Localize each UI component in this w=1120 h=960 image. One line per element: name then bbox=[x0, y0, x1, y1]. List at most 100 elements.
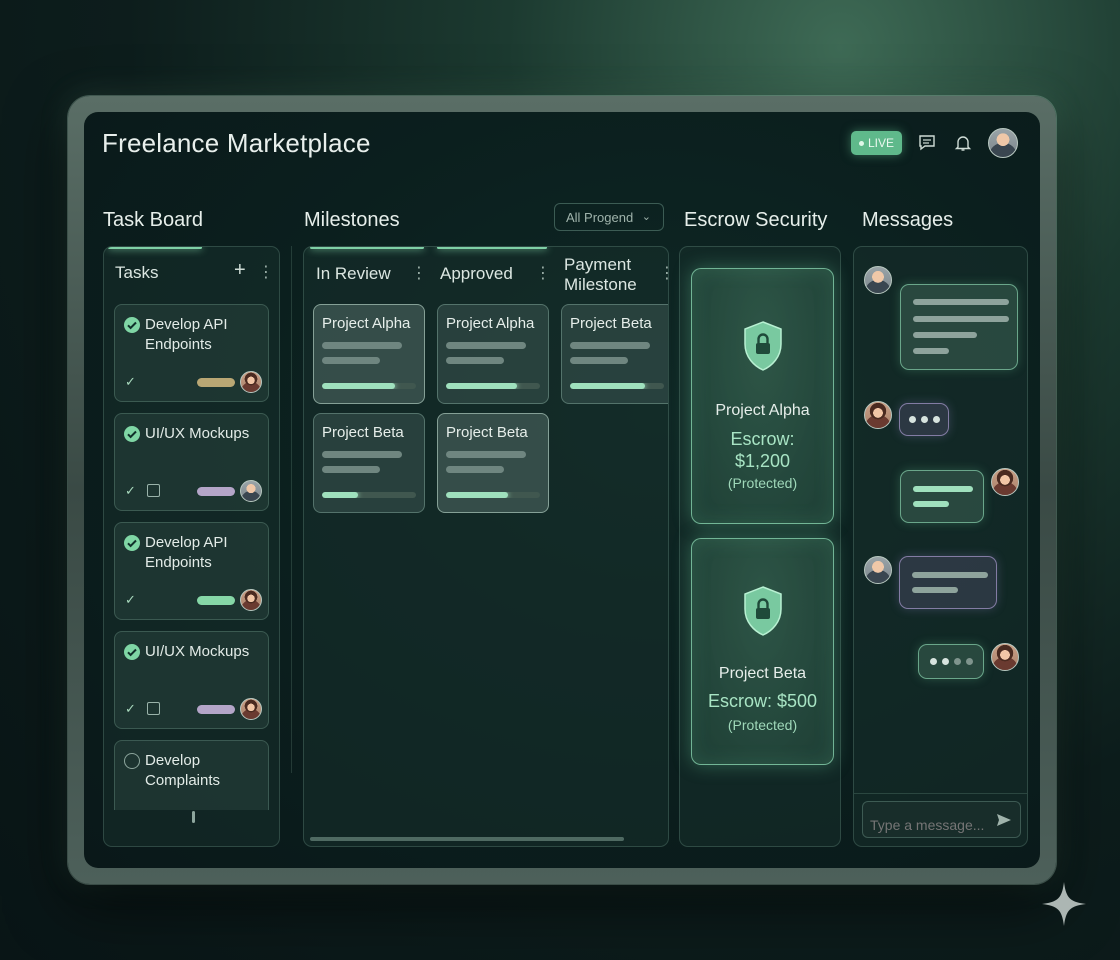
more-icon[interactable]: ⋮ bbox=[535, 263, 551, 283]
task-status-pill bbox=[197, 596, 235, 605]
live-label: LIVE bbox=[867, 136, 894, 150]
text-placeholder bbox=[322, 466, 380, 473]
text-placeholder bbox=[913, 501, 949, 507]
progress-fill bbox=[446, 492, 509, 498]
assignee-avatar bbox=[240, 371, 262, 393]
task-card[interactable]: UI/UX Mockups ✓ bbox=[114, 413, 269, 511]
sender-avatar bbox=[991, 468, 1019, 496]
filter-dropdown[interactable]: All Progend ⌄ bbox=[554, 203, 664, 231]
progress-bar bbox=[446, 492, 540, 498]
task-status-pill bbox=[197, 487, 235, 496]
task-title: Develop API Endpoints bbox=[145, 316, 228, 353]
document-icon bbox=[147, 702, 160, 715]
text-placeholder bbox=[912, 587, 958, 593]
progress-bar bbox=[570, 383, 664, 389]
sender-avatar bbox=[991, 643, 1019, 671]
milestone-card[interactable]: Project Beta bbox=[561, 304, 668, 404]
text-placeholder bbox=[446, 342, 526, 349]
tasks-scrollbar[interactable] bbox=[192, 811, 195, 823]
column-accent bbox=[310, 247, 424, 249]
check-circle-icon[interactable] bbox=[124, 535, 140, 551]
more-icon[interactable]: ⋮ bbox=[411, 263, 427, 283]
message-bubble[interactable] bbox=[900, 470, 984, 523]
text-placeholder bbox=[446, 466, 504, 473]
check-circle-icon[interactable] bbox=[124, 426, 140, 442]
assignee-avatar bbox=[240, 698, 262, 720]
chevron-down-icon: ⌄ bbox=[641, 211, 651, 223]
add-task-icon[interactable]: + bbox=[234, 259, 246, 282]
escrow-amount: $1,200 bbox=[734, 451, 791, 471]
escrow-card[interactable]: Project Beta Escrow: $500 (Protected) bbox=[691, 538, 834, 765]
task-card[interactable]: Develop Complaints bbox=[114, 740, 269, 810]
milestone-card[interactable]: Project Beta bbox=[313, 413, 425, 513]
progress-fill bbox=[446, 383, 518, 389]
text-placeholder bbox=[913, 486, 973, 492]
milestone-card[interactable]: Project Alpha bbox=[313, 304, 425, 404]
bell-icon[interactable] bbox=[952, 132, 974, 154]
progress-bar bbox=[322, 492, 416, 498]
column-accent bbox=[437, 247, 547, 249]
task-board-title: Task Board bbox=[103, 209, 204, 231]
progress-bar bbox=[322, 383, 416, 389]
column-title-payment-milestone: Payment Milestone bbox=[564, 255, 637, 294]
milestone-card-title: Project Alpha bbox=[322, 315, 411, 332]
escrow-panel: Project Alpha Escrow: $1,200 (Protected)… bbox=[679, 246, 841, 847]
tasks-accent bbox=[108, 247, 202, 249]
milestone-card-title: Project Beta bbox=[570, 315, 652, 332]
progress-bar bbox=[446, 383, 540, 389]
app-title: Freelance Marketplace bbox=[102, 128, 371, 158]
sender-avatar bbox=[864, 556, 892, 584]
escrow-amount: Escrow: $500 bbox=[707, 691, 818, 711]
text-placeholder bbox=[446, 357, 504, 364]
messages-divider bbox=[854, 793, 1027, 794]
text-placeholder bbox=[913, 332, 977, 338]
shield-lock-icon bbox=[744, 321, 782, 371]
horizontal-scrollbar[interactable] bbox=[310, 837, 624, 841]
milestone-card-title: Project Alpha bbox=[446, 315, 535, 332]
sparkle-icon bbox=[1042, 882, 1086, 926]
milestone-card-title: Project Beta bbox=[322, 424, 404, 441]
check-circle-icon[interactable] bbox=[124, 644, 140, 660]
progress-fill bbox=[322, 492, 358, 498]
progress-fill bbox=[570, 383, 646, 389]
milestones-panel: In Review ⋮ Approved ⋮ Payment Milestone… bbox=[303, 246, 669, 847]
filter-value: All Progend bbox=[566, 210, 634, 225]
text-placeholder bbox=[446, 451, 526, 458]
assignee-avatar bbox=[240, 589, 262, 611]
assignee-avatar bbox=[240, 480, 262, 502]
typing-dots-icon bbox=[900, 404, 948, 435]
message-icon[interactable] bbox=[916, 132, 938, 154]
escrow-project: Project Beta bbox=[718, 665, 807, 682]
sender-avatar bbox=[864, 401, 892, 429]
task-card[interactable]: Develop API Endpoints ✓ bbox=[114, 522, 269, 620]
user-avatar[interactable] bbox=[988, 128, 1018, 158]
milestone-card-title: Project Beta bbox=[446, 424, 528, 441]
milestones-title: Milestones bbox=[304, 209, 400, 231]
more-icon[interactable]: ⋮ bbox=[258, 262, 274, 282]
empty-circle-icon[interactable] bbox=[124, 753, 140, 769]
message-bubble[interactable] bbox=[900, 284, 1018, 370]
text-placeholder bbox=[322, 357, 380, 364]
tasks-panel: Tasks + ⋮ Develop API Endpoints ✓ UI/UX … bbox=[103, 246, 280, 847]
send-icon[interactable] bbox=[996, 812, 1012, 828]
column-divider bbox=[291, 246, 292, 773]
milestone-card[interactable]: Project Alpha bbox=[437, 304, 549, 404]
message-bubble[interactable] bbox=[899, 556, 997, 609]
text-placeholder bbox=[570, 342, 650, 349]
more-icon[interactable]: ⋮ bbox=[659, 263, 668, 283]
text-placeholder bbox=[913, 348, 949, 354]
task-card[interactable]: UI/UX Mockups ✓ bbox=[114, 631, 269, 729]
sender-avatar bbox=[864, 266, 892, 294]
text-placeholder bbox=[322, 451, 402, 458]
escrow-card[interactable]: Project Alpha Escrow: $1,200 (Protected) bbox=[691, 268, 834, 524]
escrow-amount-label: Escrow: bbox=[730, 429, 795, 449]
progress-fill bbox=[322, 383, 396, 389]
checkmark-icon: ✓ bbox=[125, 701, 136, 716]
escrow-status: (Protected) bbox=[727, 717, 798, 733]
milestone-card[interactable]: Project Beta bbox=[437, 413, 549, 513]
task-card[interactable]: Develop API Endpoints ✓ bbox=[114, 304, 269, 402]
typing-dots-icon bbox=[919, 645, 983, 678]
text-placeholder bbox=[912, 572, 988, 578]
check-circle-icon[interactable] bbox=[124, 317, 140, 333]
task-title: Develop Complaints bbox=[145, 752, 221, 789]
